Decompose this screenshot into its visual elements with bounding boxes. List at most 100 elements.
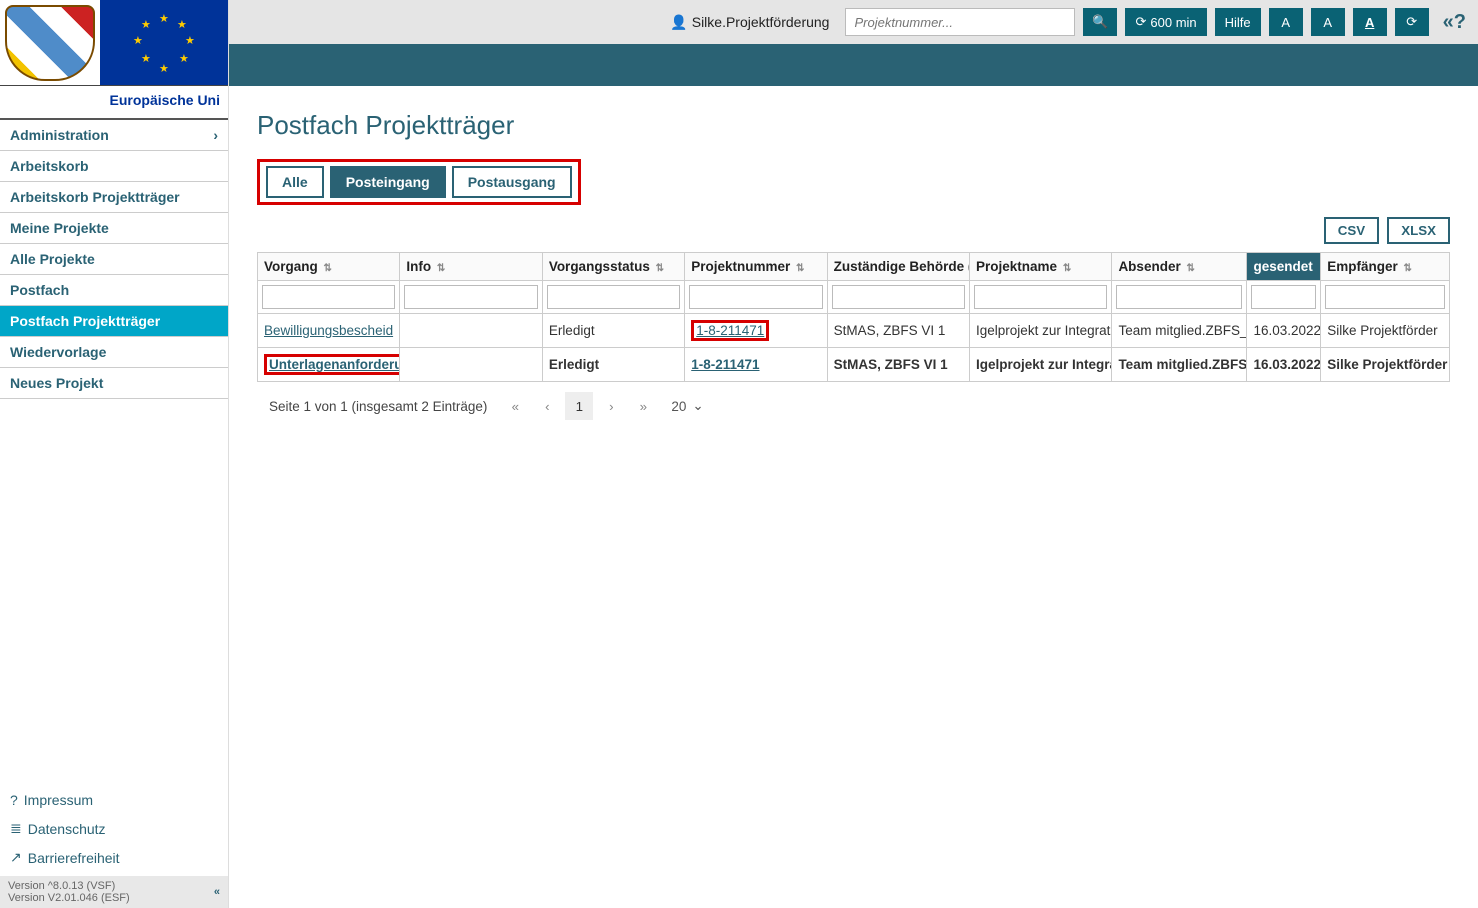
col-header-1[interactable]: Info ⇅ — [400, 253, 542, 281]
sidebar-item-4[interactable]: Alle Projekte — [0, 244, 228, 275]
page-size-value: 20 — [671, 399, 686, 414]
user-label: 👤 Silke.Projektförderung — [670, 14, 829, 31]
sidebar-item-7[interactable]: Wiedervorlage — [0, 337, 228, 368]
sidebar-item-8[interactable]: Neues Projekt — [0, 368, 228, 399]
sort-icon: ⇅ — [1063, 263, 1071, 274]
version-esf: Version V2.01.046 (ESF) — [8, 892, 220, 904]
highlight-box: 1-8-211471 — [691, 320, 769, 341]
col-header-2[interactable]: Vorgangsstatus ⇅ — [542, 253, 684, 281]
user-icon: 👤 — [670, 14, 687, 31]
pager-first-button[interactable]: « — [501, 392, 529, 420]
cell-vorgang: Unterlagenanforderun — [258, 348, 400, 382]
sidebar-item-6[interactable]: Postfach Projektträger — [0, 306, 228, 337]
cell-projektname: Igelprojekt zur Integrat — [970, 348, 1112, 382]
highlight-box: Unterlagenanforderun — [264, 354, 400, 375]
eu-stars-icon: ★★ ★★ ★★ ★★ — [133, 12, 195, 74]
link-vorgang[interactable]: Unterlagenanforderun — [269, 357, 400, 372]
page-title: Postfach Projektträger — [257, 110, 1450, 141]
logo-row: ★★ ★★ ★★ ★★ — [0, 0, 228, 86]
sort-icon: ⇅ — [656, 263, 664, 274]
filter-input-1[interactable] — [404, 285, 537, 309]
font-size-large-button[interactable]: A — [1353, 8, 1387, 36]
tab-row-highlight: AllePosteingangPostausgang — [257, 159, 581, 205]
sidebar-item-2[interactable]: Arbeitskorb Projektträger — [0, 182, 228, 213]
filter-input-5[interactable] — [974, 285, 1107, 309]
sidebar-item-0[interactable]: Administration› — [0, 120, 228, 151]
tab-alle[interactable]: Alle — [266, 166, 324, 198]
cell-absender: Team mitglied.ZBFS_ — [1112, 314, 1247, 348]
sidebar-collapse-button[interactable]: « — [214, 886, 220, 898]
pager-summary: Seite 1 von 1 (insgesamt 2 Einträge) — [269, 399, 487, 414]
user-name: Silke.Projektförderung — [692, 14, 830, 30]
header-band — [229, 44, 1478, 86]
col-header-3[interactable]: Projektnummer ⇅ — [685, 253, 827, 281]
filter-input-4[interactable] — [832, 285, 965, 309]
search-icon: 🔍 — [1092, 14, 1108, 30]
cell-projektnr: 1-8-211471 — [685, 314, 827, 348]
table-row: UnterlagenanforderunErledigt1-8-211471St… — [258, 348, 1450, 382]
tab-posteingang[interactable]: Posteingang — [330, 166, 446, 198]
filter-input-2[interactable] — [547, 285, 680, 309]
bavaria-crest-logo — [0, 0, 100, 85]
pager-next-button[interactable]: › — [597, 392, 625, 420]
pager-last-button[interactable]: » — [629, 392, 657, 420]
search-button[interactable]: 🔍 — [1083, 8, 1117, 36]
sort-icon: ⇅ — [324, 263, 332, 274]
col-header-0[interactable]: Vorgang ⇅ — [258, 253, 400, 281]
col-header-6[interactable]: Absender ⇅ — [1112, 253, 1247, 281]
col-header-4[interactable]: Zuständige Behörde ( ⇅ — [827, 253, 969, 281]
link-vorgang[interactable]: Bewilligungsbescheid — [264, 323, 393, 338]
cell-gesendet: 16.03.2022 — [1247, 314, 1321, 348]
cell-behoerde: StMAS, ZBFS VI 1 — [827, 348, 969, 382]
help-button[interactable]: Hilfe — [1215, 8, 1261, 36]
filter-input-0[interactable] — [262, 285, 395, 309]
link-projektnr[interactable]: 1-8-211471 — [691, 357, 759, 372]
version-box: Version ^8.0.13 (VSF) Version V2.01.046 … — [0, 876, 228, 908]
cell-projektname: Igelprojekt zur Integrat — [970, 314, 1112, 348]
filter-input-8[interactable] — [1325, 285, 1445, 309]
font-size-small-button[interactable]: A — [1269, 8, 1303, 36]
cell-info — [400, 314, 542, 348]
topbar-overflow-button[interactable]: «? — [1443, 11, 1466, 34]
sidebar-item-3[interactable]: Meine Projekte — [0, 213, 228, 244]
filter-input-3[interactable] — [689, 285, 822, 309]
filter-input-7[interactable] — [1251, 285, 1316, 309]
sort-icon: ⇅ — [1186, 263, 1194, 274]
projektnummer-search-input[interactable] — [845, 8, 1075, 36]
session-timeout-button[interactable]: ⟳ 600 min — [1125, 8, 1206, 36]
footer-label: Datenschutz — [28, 821, 106, 837]
table-row: BewilligungsbescheidErledigt1-8-211471St… — [258, 314, 1450, 348]
filter-input-6[interactable] — [1116, 285, 1242, 309]
cell-info — [400, 348, 542, 382]
footer-link-0[interactable]: ?Impressum — [0, 786, 228, 814]
cell-absender: Team mitglied.ZBFS_ — [1112, 348, 1247, 382]
sidebar: ★★ ★★ ★★ ★★ Europäische Uni Administrati… — [0, 0, 229, 908]
footer-link-2[interactable]: ↗Barrierefreiheit — [0, 843, 228, 872]
export-xlsx-button[interactable]: XLSX — [1387, 217, 1450, 244]
cell-vorgang: Bewilligungsbescheid — [258, 314, 400, 348]
footer-icon: ≣ — [10, 820, 22, 837]
footer-link-1[interactable]: ≣ Datenschutz — [0, 814, 228, 843]
col-header-8[interactable]: Empfänger ⇅ — [1321, 253, 1450, 281]
chevron-down-icon: ⌄ — [692, 398, 703, 414]
eu-flag-logo: ★★ ★★ ★★ ★★ — [100, 0, 228, 85]
sidebar-item-5[interactable]: Postfach — [0, 275, 228, 306]
tab-postausgang[interactable]: Postausgang — [452, 166, 572, 198]
eu-label: Europäische Uni — [0, 86, 228, 120]
font-size-medium-button[interactable]: A — [1311, 8, 1345, 36]
col-header-5[interactable]: Projektname ⇅ — [970, 253, 1112, 281]
refresh-button[interactable]: ⟳ — [1395, 8, 1429, 36]
sort-icon: ⇅ — [796, 263, 804, 274]
sidebar-item-1[interactable]: Arbeitskorb — [0, 151, 228, 182]
export-csv-button[interactable]: CSV — [1324, 217, 1379, 244]
cell-projektnr: 1-8-211471 — [685, 348, 827, 382]
cell-status: Erledigt — [542, 314, 684, 348]
link-projektnr[interactable]: 1-8-211471 — [696, 323, 764, 338]
version-vsf: Version ^8.0.13 (VSF) — [8, 880, 220, 892]
pager-prev-button[interactable]: ‹ — [533, 392, 561, 420]
page-size-select[interactable]: 20 ⌄ — [671, 398, 703, 414]
pager-page-1[interactable]: 1 — [565, 392, 593, 420]
pagination: Seite 1 von 1 (insgesamt 2 Einträge) « ‹… — [257, 382, 1450, 430]
timeout-label: 600 min — [1150, 15, 1196, 30]
col-header-7[interactable]: gesendet — [1247, 253, 1321, 281]
